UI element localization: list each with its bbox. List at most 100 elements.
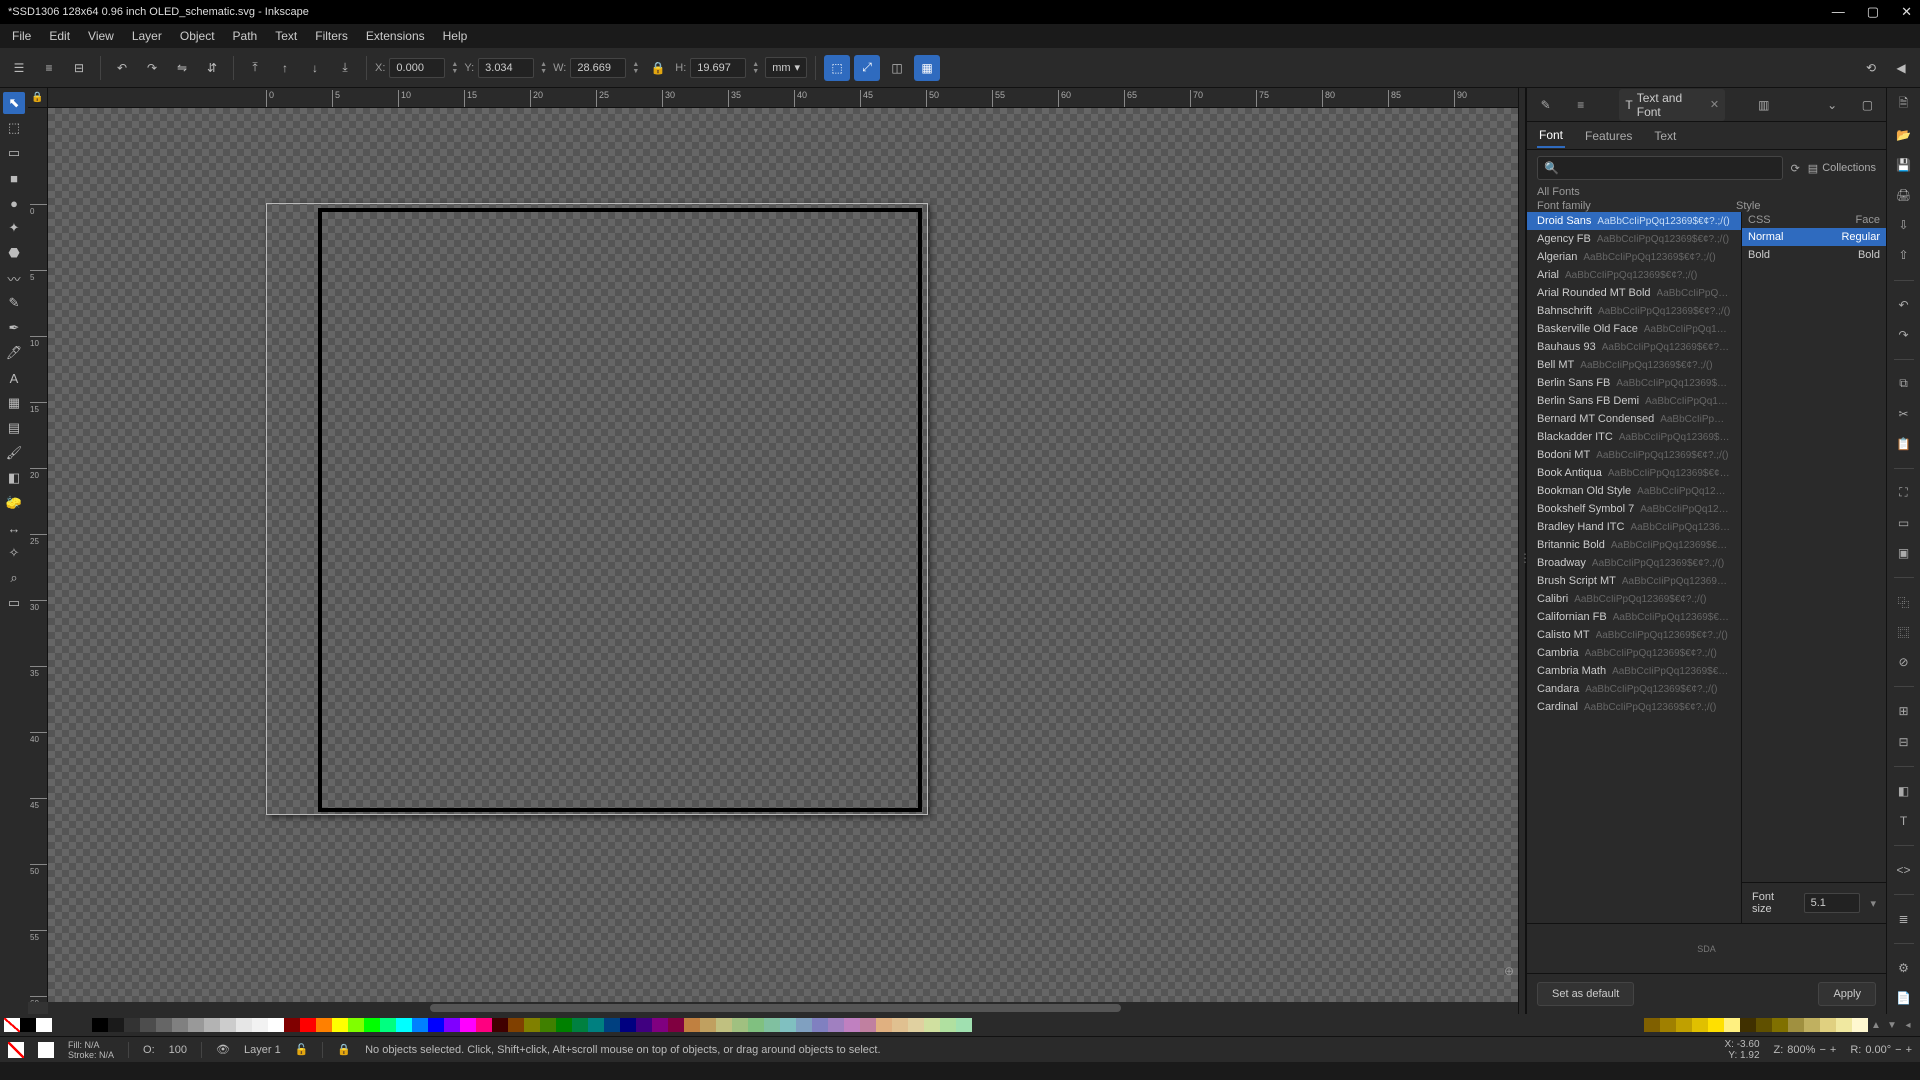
tool-11[interactable]: A	[3, 367, 25, 389]
x-dec[interactable]: ▼	[449, 68, 460, 75]
palette-up-icon[interactable]: ▲	[1868, 1020, 1884, 1031]
layer-lock-icon[interactable]: 🔓	[295, 1043, 309, 1056]
font-search-input[interactable]: 🔍	[1537, 156, 1783, 180]
menu-extensions[interactable]: Extensions	[358, 27, 433, 45]
swatch[interactable]	[108, 1018, 124, 1032]
subtab-features[interactable]: Features	[1583, 125, 1634, 147]
h-dec[interactable]: ▼	[750, 68, 761, 75]
copy-icon[interactable]: ⧉	[1893, 374, 1915, 394]
menu-view[interactable]: View	[80, 27, 122, 45]
font-size-dropdown-icon[interactable]: ▾	[1870, 897, 1876, 910]
swatch[interactable]	[524, 1018, 540, 1032]
font-family-item[interactable]: Cambria MathAaBbCcIiPpQq12369$€¢?.;/()	[1527, 662, 1741, 680]
w-input[interactable]: 28.669	[570, 58, 626, 78]
new-doc-icon[interactable]: 🗎	[1893, 94, 1915, 115]
swatch[interactable]	[1804, 1018, 1820, 1032]
transform-corners-icon[interactable]: ◫	[884, 55, 910, 81]
tool-17[interactable]: ↔	[3, 517, 25, 539]
tool-8[interactable]: ✎	[3, 292, 25, 314]
swatch[interactable]	[156, 1018, 172, 1032]
swatch[interactable]	[92, 1018, 108, 1032]
swatch[interactable]	[396, 1018, 412, 1032]
zoom-out-icon[interactable]: −	[1819, 1044, 1825, 1056]
fill-stroke-tab-icon[interactable]: ✎	[1535, 94, 1556, 116]
layers-tab-icon[interactable]: ▥	[1753, 94, 1774, 116]
swatch[interactable]	[380, 1018, 396, 1032]
panel-more-icon[interactable]: ⌄	[1822, 94, 1843, 116]
font-family-item[interactable]: Blackadder ITCAaBbCcIiPpQq12369$€¢?.;/()	[1527, 428, 1741, 446]
zoom-in-icon[interactable]: +	[1830, 1044, 1836, 1056]
swatch[interactable]	[716, 1018, 732, 1032]
swatch[interactable]	[668, 1018, 684, 1032]
w-dec[interactable]: ▼	[630, 68, 641, 75]
cut-icon[interactable]: ✂	[1893, 404, 1915, 424]
layer-name[interactable]: Layer 1	[244, 1044, 281, 1056]
font-family-item[interactable]: CandaraAaBbCcIiPpQq12369$€¢?.;/()	[1527, 680, 1741, 698]
swatch[interactable]	[1852, 1018, 1868, 1032]
swatch[interactable]	[1740, 1018, 1756, 1032]
swatch[interactable]	[444, 1018, 460, 1032]
text-dock-icon[interactable]: T	[1893, 811, 1915, 831]
duplicate-icon[interactable]: ⿻	[1893, 592, 1915, 612]
flip-h-icon[interactable]: ⇋	[169, 55, 195, 81]
minimize-button[interactable]: —	[1832, 4, 1845, 20]
swatch[interactable]	[124, 1018, 140, 1032]
ruler-vertical[interactable]: 0510152025303540455055606570	[28, 108, 48, 1002]
swatch[interactable]	[556, 1018, 572, 1032]
swatch[interactable]	[316, 1018, 332, 1032]
swatch[interactable]	[508, 1018, 524, 1032]
swatch[interactable]	[652, 1018, 668, 1032]
deselect-icon[interactable]: ⊟	[66, 55, 92, 81]
canvas[interactable]: ⊕	[48, 108, 1518, 1002]
swatch[interactable]	[812, 1018, 828, 1032]
swatch[interactable]	[188, 1018, 204, 1032]
palette-menu-icon[interactable]: ◂	[1900, 1020, 1916, 1031]
align-dock-icon[interactable]: ≣	[1893, 909, 1915, 929]
tool-1[interactable]: ⬚	[3, 117, 25, 139]
tool-4[interactable]: ●	[3, 192, 25, 214]
swatch[interactable]	[540, 1018, 556, 1032]
swatch[interactable]	[492, 1018, 508, 1032]
swatch[interactable]	[1836, 1018, 1852, 1032]
tool-5[interactable]: ✦	[3, 217, 25, 239]
collections-button[interactable]: ▤Collections	[1808, 162, 1876, 175]
save-doc-icon[interactable]: 💾	[1893, 155, 1915, 175]
font-family-item[interactable]: BroadwayAaBbCcIiPpQq12369$€¢?.;/()	[1527, 554, 1741, 572]
apply-button[interactable]: Apply	[1818, 982, 1876, 1006]
flip-v-icon[interactable]: ⇵	[199, 55, 225, 81]
font-family-item[interactable]: Californian FBAaBbCcIiPpQq12369$€¢?.;/()	[1527, 608, 1741, 626]
swatch[interactable]	[140, 1018, 156, 1032]
tool-16[interactable]: 🧽	[3, 492, 25, 514]
font-style-row[interactable]: BoldBold	[1742, 246, 1886, 264]
xml-editor-icon[interactable]: <>	[1893, 860, 1915, 880]
font-family-list[interactable]: Droid SansAaBbCcIiPpQq12369$€¢?.;/()Agen…	[1527, 212, 1742, 923]
swatch[interactable]	[828, 1018, 844, 1032]
font-family-item[interactable]: Bell MTAaBbCcIiPpQq12369$€¢?.;/()	[1527, 356, 1741, 374]
swatch[interactable]	[732, 1018, 748, 1032]
swatch[interactable]	[572, 1018, 588, 1032]
font-family-item[interactable]: Droid SansAaBbCcIiPpQq12369$€¢?.;/()	[1527, 212, 1741, 230]
font-family-item[interactable]: Calisto MTAaBbCcIiPpQq12369$€¢?.;/()	[1527, 626, 1741, 644]
tool-0[interactable]: ⬉	[3, 92, 25, 114]
tool-15[interactable]: ◧	[3, 467, 25, 489]
rotate-value[interactable]: 0.00°	[1865, 1044, 1891, 1056]
font-family-item[interactable]: Arial Rounded MT BoldAaBbCcIiPpQq12369$€…	[1527, 284, 1741, 302]
unlink-clone-icon[interactable]: ⊘	[1893, 652, 1915, 672]
tool-20[interactable]: ▭	[3, 592, 25, 614]
swatch[interactable]	[636, 1018, 652, 1032]
h-input[interactable]: 19.697	[690, 58, 746, 78]
refresh-fonts-icon[interactable]: ⟳	[1791, 162, 1800, 175]
lower-bottom-icon[interactable]: ⤓	[332, 55, 358, 81]
doc-props-icon[interactable]: 📄	[1893, 988, 1915, 1008]
import-icon[interactable]: ⇩	[1893, 215, 1915, 235]
swatch[interactable]	[844, 1018, 860, 1032]
y-inc[interactable]: ▲	[538, 61, 549, 68]
subtab-font[interactable]: Font	[1537, 124, 1565, 148]
font-family-item[interactable]: Bookshelf Symbol 7AaBbCcIiPpQq12369$€¢?.…	[1527, 500, 1741, 518]
close-button[interactable]: ✕	[1901, 4, 1912, 20]
lock-aspect-icon[interactable]: 🔒	[645, 55, 671, 81]
zoom-value[interactable]: 800%	[1787, 1044, 1815, 1056]
tool-10[interactable]: 🖊	[3, 342, 25, 364]
tool-2[interactable]: ▭	[3, 142, 25, 164]
palette-down-icon[interactable]: ▼	[1884, 1020, 1900, 1031]
